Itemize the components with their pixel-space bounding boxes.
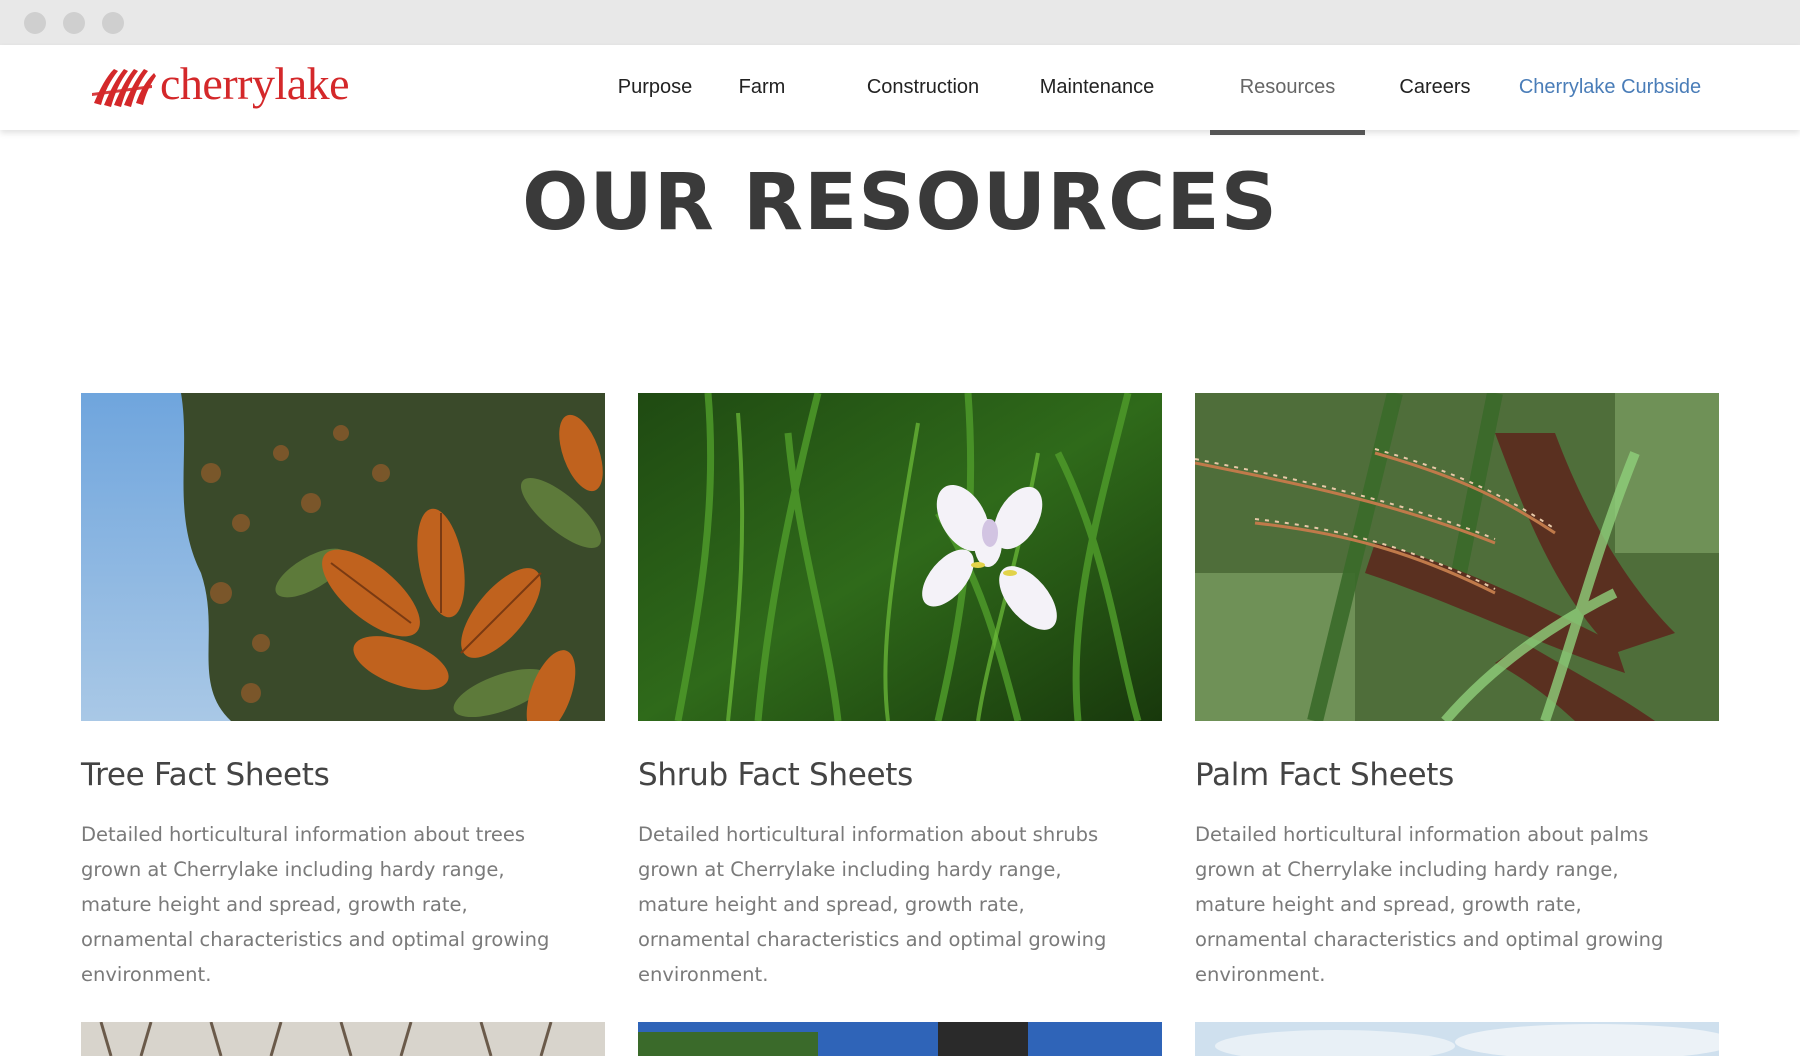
card-description: Detailed horticultural information about… [638,823,1107,986]
window-close-icon[interactable] [24,12,46,34]
card-description: Detailed horticultural information about… [1195,823,1664,986]
resource-card-image-peek[interactable] [1195,1022,1719,1056]
nav-item-purpose[interactable]: Purpose [610,45,700,130]
resource-card-shrub[interactable]: Shrub Fact Sheets Detailed horticultural… [638,393,1162,992]
palm-trunk-image [1195,393,1719,721]
card-title[interactable]: Shrub Fact Sheets [638,757,1162,793]
nav-item-cherrylake-curbside[interactable]: Cherrylake Curbside [1510,45,1710,130]
tree-image[interactable] [81,393,605,721]
window-minimize-icon[interactable] [63,12,85,34]
palm-image[interactable] [1195,393,1719,721]
shrub-image[interactable] [638,393,1162,721]
iris-flower-image [638,393,1162,721]
nav-item-maintenance[interactable]: Maintenance [1032,45,1162,130]
nav-item-resources[interactable]: Resources [1210,45,1365,135]
next-card-image [1195,1022,1719,1056]
site-header: cherrylake Purpose Farm Construction Mai… [0,45,1800,135]
browser-chrome [0,0,1800,45]
next-card-image [638,1022,1162,1056]
cherrylake-logo-icon [92,69,156,107]
card-description: Detailed horticultural information about… [81,823,550,986]
brand-name: cherrylake [160,58,350,109]
nav-item-construction[interactable]: Construction [858,45,988,130]
resource-card-image-peek[interactable] [81,1022,605,1056]
next-card-image [81,1022,605,1056]
resource-card-palm[interactable]: Palm Fact Sheets Detailed horticultural … [1195,393,1719,992]
card-title[interactable]: Tree Fact Sheets [81,757,605,793]
page-title: OUR RESOURCES [522,158,1278,248]
window-maximize-icon[interactable] [102,12,124,34]
magnolia-leaves-image [81,393,605,721]
resource-card-image-peek[interactable] [638,1022,1162,1056]
brand-logo[interactable]: cherrylake [92,58,350,111]
nav-item-careers[interactable]: Careers [1390,45,1480,130]
nav-item-farm[interactable]: Farm [732,45,792,130]
resource-card-tree[interactable]: Tree Fact Sheets Detailed horticultural … [81,393,605,992]
card-title[interactable]: Palm Fact Sheets [1195,757,1719,793]
